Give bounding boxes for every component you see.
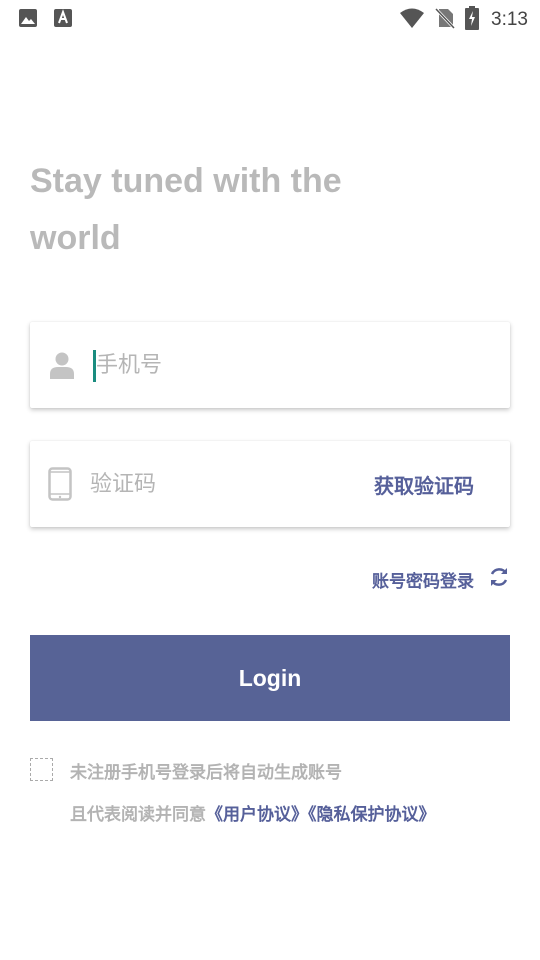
battery-charging-icon — [465, 6, 480, 34]
user-icon — [50, 322, 74, 408]
phone-field-card[interactable] — [30, 322, 510, 408]
refresh-icon — [488, 566, 510, 593]
status-time: 3:13 — [491, 9, 528, 30]
user-agreement-link[interactable]: 《用户协议》 — [206, 805, 308, 825]
phone-device-icon — [48, 441, 72, 527]
no-sim-icon — [434, 7, 456, 33]
get-code-button[interactable]: 获取验证码 — [374, 441, 474, 527]
password-login-link[interactable]: 账号密码登录 — [372, 566, 510, 593]
code-field-card[interactable]: 获取验证码 — [30, 441, 510, 527]
login-button[interactable]: Login — [30, 635, 510, 721]
wifi-icon — [399, 7, 425, 33]
code-input[interactable] — [90, 441, 340, 527]
agreement-prefix: 且代表阅读并同意 — [70, 805, 206, 825]
privacy-policy-link[interactable]: 《隐私保护协议》 — [308, 805, 436, 825]
agreement-checkbox[interactable] — [30, 758, 53, 781]
password-login-label: 账号密码登录 — [372, 572, 474, 592]
text-a-icon — [54, 8, 72, 32]
phone-input[interactable] — [96, 322, 486, 408]
headline: Stay tuned with the world — [30, 162, 342, 257]
image-icon — [18, 8, 38, 32]
agreement-text-line2: 且代表阅读并同意《用户协议》《隐私保护协议》 — [70, 800, 436, 825]
status-left-icons — [18, 8, 72, 32]
status-right-icons: 3:13 — [399, 6, 528, 34]
status-bar: 3:13 — [0, 0, 540, 36]
agreement-text-line1: 未注册手机号登录后将自动生成账号 — [70, 763, 342, 783]
